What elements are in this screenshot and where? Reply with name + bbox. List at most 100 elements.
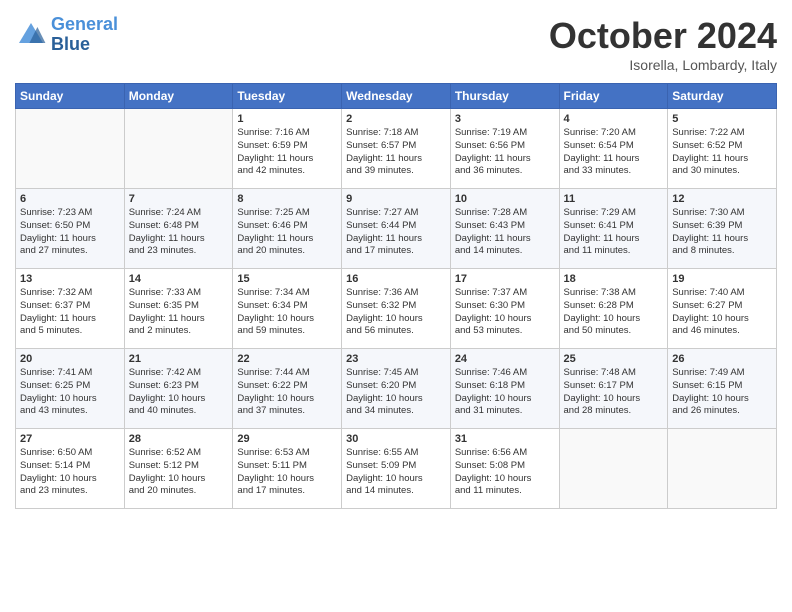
calendar-week-row: 6 Sunrise: 7:23 AM Sunset: 6:50 PM Daylig… [16,189,777,269]
cell-content: Sunrise: 7:25 AM Sunset: 6:46 PM Dayligh… [237,207,337,258]
day-number: 26 [672,353,772,365]
cell-content: Sunrise: 7:19 AM Sunset: 6:56 PM Dayligh… [455,127,555,178]
day-number: 2 [346,113,446,125]
cell-content: Sunrise: 7:36 AM Sunset: 6:32 PM Dayligh… [346,287,446,338]
weekday-header: Saturday [668,84,777,109]
cell-content: Sunrise: 7:33 AM Sunset: 6:35 PM Dayligh… [129,287,229,338]
calendar-cell: 8 Sunrise: 7:25 AM Sunset: 6:46 PM Daylig… [233,189,342,269]
day-number: 23 [346,353,446,365]
logo-icon [15,19,47,51]
calendar-cell: 28Sunrise: 6:52 AM Sunset: 5:12 PM Dayli… [124,429,233,509]
day-number: 7 [129,193,229,205]
day-number: 28 [129,433,229,445]
calendar-cell: 14Sunrise: 7:33 AM Sunset: 6:35 PM Dayli… [124,269,233,349]
calendar-cell: 10 Sunrise: 7:28 AM Sunset: 6:43 PM Dayli… [450,189,559,269]
month-title: October 2024 [549,15,777,57]
day-number: 6 [20,193,120,205]
cell-content: Sunrise: 7:32 AM Sunset: 6:37 PM Dayligh… [20,287,120,338]
day-number: 1 [237,113,337,125]
calendar-cell: 7 Sunrise: 7:24 AM Sunset: 6:48 PM Daylig… [124,189,233,269]
calendar-week-row: 13Sunrise: 7:32 AM Sunset: 6:37 PM Dayli… [16,269,777,349]
day-number: 31 [455,433,555,445]
weekday-header: Wednesday [342,84,451,109]
calendar-header-row: SundayMondayTuesdayWednesdayThursdayFrid… [16,84,777,109]
cell-content: Sunrise: 7:28 AM Sunset: 6:43 PM Dayligh… [455,207,555,258]
cell-content: Sunrise: 6:53 AM Sunset: 5:11 PM Dayligh… [237,447,337,498]
calendar-cell: 29 Sunrise: 6:53 AM Sunset: 5:11 PM Dayli… [233,429,342,509]
cell-content: Sunrise: 7:48 AM Sunset: 6:17 PM Dayligh… [564,367,664,418]
day-number: 30 [346,433,446,445]
calendar-cell: 22Sunrise: 7:44 AM Sunset: 6:22 PM Dayli… [233,349,342,429]
day-number: 25 [564,353,664,365]
day-number: 24 [455,353,555,365]
cell-content: Sunrise: 7:34 AM Sunset: 6:34 PM Dayligh… [237,287,337,338]
calendar-cell: 13Sunrise: 7:32 AM Sunset: 6:37 PM Dayli… [16,269,125,349]
day-number: 29 [237,433,337,445]
weekday-header: Sunday [16,84,125,109]
cell-content: Sunrise: 7:49 AM Sunset: 6:15 PM Dayligh… [672,367,772,418]
day-number: 18 [564,273,664,285]
day-number: 10 [455,193,555,205]
calendar-cell: 4 Sunrise: 7:20 AM Sunset: 6:54 PM Daylig… [559,109,668,189]
day-number: 17 [455,273,555,285]
calendar-cell: 9Sunrise: 7:27 AM Sunset: 6:44 PM Daylig… [342,189,451,269]
weekday-header: Monday [124,84,233,109]
calendar-cell: 1 Sunrise: 7:16 AM Sunset: 6:59 PM Daylig… [233,109,342,189]
cell-content: Sunrise: 7:16 AM Sunset: 6:59 PM Dayligh… [237,127,337,178]
cell-content: Sunrise: 7:40 AM Sunset: 6:27 PM Dayligh… [672,287,772,338]
cell-content: Sunrise: 7:20 AM Sunset: 6:54 PM Dayligh… [564,127,664,178]
day-number: 3 [455,113,555,125]
calendar-week-row: 27 Sunrise: 6:50 AM Sunset: 5:14 PM Dayli… [16,429,777,509]
calendar-cell [124,109,233,189]
day-number: 20 [20,353,120,365]
title-block: October 2024 Isorella, Lombardy, Italy [549,15,777,73]
calendar-cell: 30 Sunrise: 6:55 AM Sunset: 5:09 PM Dayli… [342,429,451,509]
calendar-cell: 19 Sunrise: 7:40 AM Sunset: 6:27 PM Dayli… [668,269,777,349]
cell-content: Sunrise: 6:56 AM Sunset: 5:08 PM Dayligh… [455,447,555,498]
day-number: 4 [564,113,664,125]
cell-content: Sunrise: 6:55 AM Sunset: 5:09 PM Dayligh… [346,447,446,498]
cell-content: Sunrise: 7:37 AM Sunset: 6:30 PM Dayligh… [455,287,555,338]
calendar-cell: 20 Sunrise: 7:41 AM Sunset: 6:25 PM Dayli… [16,349,125,429]
cell-content: Sunrise: 7:45 AM Sunset: 6:20 PM Dayligh… [346,367,446,418]
calendar-cell [559,429,668,509]
calendar-cell: 2Sunrise: 7:18 AM Sunset: 6:57 PM Daylig… [342,109,451,189]
cell-content: Sunrise: 7:42 AM Sunset: 6:23 PM Dayligh… [129,367,229,418]
cell-content: Sunrise: 7:41 AM Sunset: 6:25 PM Dayligh… [20,367,120,418]
calendar-cell: 21 Sunrise: 7:42 AM Sunset: 6:23 PM Dayli… [124,349,233,429]
calendar-week-row: 20 Sunrise: 7:41 AM Sunset: 6:25 PM Dayli… [16,349,777,429]
day-number: 27 [20,433,120,445]
calendar-cell: 27 Sunrise: 6:50 AM Sunset: 5:14 PM Dayli… [16,429,125,509]
day-number: 19 [672,273,772,285]
calendar-cell: 16 Sunrise: 7:36 AM Sunset: 6:32 PM Dayli… [342,269,451,349]
day-number: 8 [237,193,337,205]
cell-content: Sunrise: 6:50 AM Sunset: 5:14 PM Dayligh… [20,447,120,498]
day-number: 12 [672,193,772,205]
weekday-header: Thursday [450,84,559,109]
day-number: 9 [346,193,446,205]
calendar-body: 1 Sunrise: 7:16 AM Sunset: 6:59 PM Daylig… [16,109,777,509]
cell-content: Sunrise: 7:44 AM Sunset: 6:22 PM Dayligh… [237,367,337,418]
cell-content: Sunrise: 7:38 AM Sunset: 6:28 PM Dayligh… [564,287,664,338]
day-number: 11 [564,193,664,205]
calendar-cell: 5Sunrise: 7:22 AM Sunset: 6:52 PM Daylig… [668,109,777,189]
location-subtitle: Isorella, Lombardy, Italy [549,57,777,73]
day-number: 21 [129,353,229,365]
calendar-cell: 17 Sunrise: 7:37 AM Sunset: 6:30 PM Dayli… [450,269,559,349]
cell-content: Sunrise: 7:30 AM Sunset: 6:39 PM Dayligh… [672,207,772,258]
weekday-header: Tuesday [233,84,342,109]
cell-content: Sunrise: 7:23 AM Sunset: 6:50 PM Dayligh… [20,207,120,258]
calendar-cell: 12 Sunrise: 7:30 AM Sunset: 6:39 PM Dayli… [668,189,777,269]
calendar-cell: 11Sunrise: 7:29 AM Sunset: 6:41 PM Dayli… [559,189,668,269]
day-number: 16 [346,273,446,285]
calendar-cell [668,429,777,509]
calendar-cell: 23 Sunrise: 7:45 AM Sunset: 6:20 PM Dayli… [342,349,451,429]
cell-content: Sunrise: 7:24 AM Sunset: 6:48 PM Dayligh… [129,207,229,258]
logo-text: General Blue [51,15,118,55]
day-number: 15 [237,273,337,285]
calendar-cell: 18 Sunrise: 7:38 AM Sunset: 6:28 PM Dayli… [559,269,668,349]
calendar-cell: 15 Sunrise: 7:34 AM Sunset: 6:34 PM Dayli… [233,269,342,349]
calendar-cell: 6 Sunrise: 7:23 AM Sunset: 6:50 PM Daylig… [16,189,125,269]
calendar-table: SundayMondayTuesdayWednesdayThursdayFrid… [15,83,777,509]
calendar-cell: 31 Sunrise: 6:56 AM Sunset: 5:08 PM Dayli… [450,429,559,509]
